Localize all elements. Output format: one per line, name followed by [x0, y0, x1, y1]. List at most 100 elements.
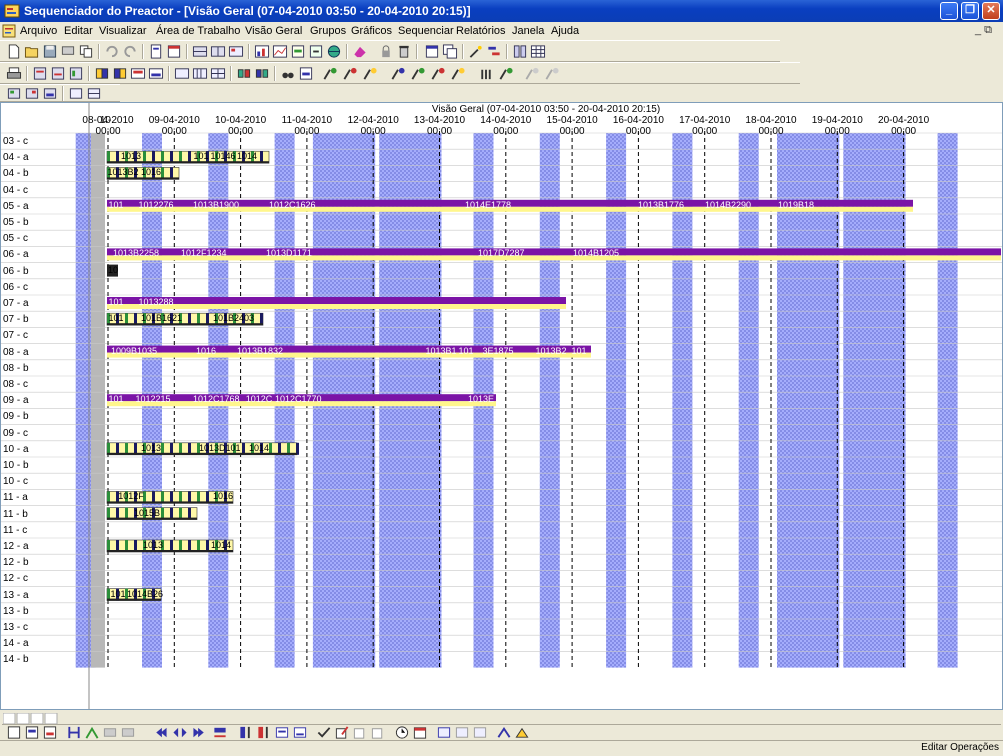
minimize-button[interactable]: _: [940, 2, 958, 20]
group4-icon[interactable]: [68, 86, 84, 101]
sequence7-icon[interactable]: [450, 66, 466, 81]
job-bar-label[interactable]: 1014B26: [127, 589, 163, 599]
row-label[interactable]: 12 - a: [3, 541, 29, 552]
row-label[interactable]: 06 - a: [3, 249, 29, 260]
row-label[interactable]: 04 - c: [3, 185, 28, 196]
row-label[interactable]: 13 - b: [3, 606, 29, 617]
job-bar-label[interactable]: 1014: [229, 151, 265, 161]
menu-graficos[interactable]: Gráficos: [351, 25, 392, 37]
job-bar-label[interactable]: 1013B1776: [638, 200, 684, 210]
row-label[interactable]: 13 - a: [3, 590, 29, 601]
row-label[interactable]: 07 - a: [3, 298, 29, 309]
bt-clock-icon[interactable]: [394, 725, 410, 740]
job-bar-label[interactable]: 1014: [241, 443, 277, 453]
job-bar-label[interactable]: 1009B1035: [111, 346, 157, 356]
bt-bar2-icon[interactable]: [84, 725, 100, 740]
link-icon[interactable]: [236, 66, 252, 81]
menu-visao-geral[interactable]: Visão Geral: [245, 25, 302, 37]
job-bar-label[interactable]: 1013D1171: [266, 248, 312, 258]
orders-icon[interactable]: [94, 66, 110, 81]
job-bar-label[interactable]: 101: [561, 346, 597, 356]
bt-bar3-icon[interactable]: [102, 725, 118, 740]
bt-edit-icon[interactable]: [334, 725, 350, 740]
bt-fit2-icon[interactable]: [514, 725, 530, 740]
sequence-icon[interactable]: [322, 66, 338, 81]
job-bar-label[interactable]: 1014B1205: [573, 248, 619, 258]
job-bar-label[interactable]: 1012C1770: [275, 394, 322, 404]
job-bar-label[interactable]: 1013: [113, 151, 149, 161]
job-bar-label[interactable]: 1013B2258: [113, 248, 159, 258]
row-label[interactable]: 05 - c: [3, 233, 28, 244]
zoom-window-icon[interactable]: [130, 66, 146, 81]
job-bar-label[interactable]: 1016: [133, 167, 169, 177]
window-icon[interactable]: [424, 44, 440, 59]
menu-visualizar[interactable]: Visualizar: [99, 25, 147, 37]
menu-relatorios[interactable]: Relatórios: [456, 25, 506, 37]
mdi-controls[interactable]: _ ⧉: [975, 24, 992, 37]
new-icon[interactable]: [6, 44, 22, 59]
close-button[interactable]: ✕: [982, 2, 1000, 20]
job-bar-label[interactable]: 101: [98, 297, 134, 307]
job-bar-label[interactable]: 1014E1778: [465, 200, 511, 210]
find-job-icon[interactable]: [298, 66, 314, 81]
job-bar-label[interactable]: 1019B18: [778, 200, 814, 210]
chart-icon[interactable]: [254, 44, 270, 59]
bt-edit2-icon[interactable]: [352, 725, 368, 740]
job-bar-label[interactable]: 1013B1832: [237, 346, 283, 356]
row-label[interactable]: 06 - c: [3, 282, 28, 293]
row-label[interactable]: 13 - c: [3, 622, 28, 633]
chart2-icon[interactable]: [272, 44, 288, 59]
job-bar-label[interactable]: 101B2403: [213, 313, 254, 323]
export-icon[interactable]: [308, 44, 324, 59]
row-label[interactable]: 10 - a: [3, 444, 29, 455]
job-bar-label[interactable]: 1013: [135, 540, 171, 550]
bt-check-icon[interactable]: [316, 725, 332, 740]
view-day-icon[interactable]: [174, 66, 190, 81]
redo-icon[interactable]: [122, 44, 138, 59]
row-label[interactable]: 11 - b: [3, 509, 28, 520]
bt-prev-icon[interactable]: [152, 725, 168, 740]
bt-next-icon[interactable]: [192, 725, 208, 740]
job-bar-label[interactable]: 1012276: [138, 200, 174, 210]
split-icon[interactable]: [512, 44, 528, 59]
doc-table-icon[interactable]: [166, 44, 182, 59]
binoculars-icon[interactable]: [280, 66, 296, 81]
job-bar-label[interactable]: 1017D7287: [478, 248, 525, 258]
bt-job3-icon[interactable]: [42, 725, 58, 740]
row-label[interactable]: 14 - a: [3, 638, 29, 649]
job-bar-label[interactable]: 1016: [205, 491, 241, 501]
row-label[interactable]: 08 - b: [3, 363, 29, 374]
bt-sort-za-icon[interactable]: [256, 725, 272, 740]
trash-icon[interactable]: [396, 44, 412, 59]
job-bar-label[interactable]: 101: [98, 394, 134, 404]
zoom-window2-icon[interactable]: [148, 66, 164, 81]
group2-icon[interactable]: [24, 86, 40, 101]
row-label[interactable]: 03 - c: [3, 136, 28, 147]
orders2-icon[interactable]: [112, 66, 128, 81]
job-bar-label[interactable]: 1014B2290: [705, 200, 751, 210]
row-label[interactable]: 12 - c: [3, 573, 28, 584]
job-bar-label[interactable]: 1012C1768: [193, 394, 240, 404]
sequence6-icon[interactable]: [430, 66, 446, 81]
row-label[interactable]: 08 - c: [3, 379, 28, 390]
bt-grid2-icon[interactable]: [454, 725, 470, 740]
doc-list-icon[interactable]: [148, 44, 164, 59]
bt-sort-az-icon[interactable]: [238, 725, 254, 740]
job-bar-label[interactable]: 1013: [133, 443, 169, 453]
job-bar-label[interactable]: 101B1621: [141, 313, 182, 323]
job-bar-label[interactable]: 1012C1626: [269, 200, 316, 210]
eraser-icon[interactable]: [352, 44, 368, 59]
row-label[interactable]: 11 - c: [3, 525, 27, 536]
resources-icon[interactable]: [32, 66, 48, 81]
menu-janela[interactable]: Janela: [512, 25, 544, 37]
bt-underline-icon[interactable]: [212, 725, 228, 740]
unlink-icon[interactable]: [254, 66, 270, 81]
resources2-icon[interactable]: [50, 66, 66, 81]
sequence8-icon[interactable]: [478, 66, 494, 81]
group5-icon[interactable]: [86, 86, 102, 101]
resources3-icon[interactable]: [68, 66, 84, 81]
table-icon[interactable]: [530, 44, 546, 59]
copy-icon[interactable]: [78, 44, 94, 59]
sequence4-icon[interactable]: [390, 66, 406, 81]
bt-ungroup-icon[interactable]: [292, 725, 308, 740]
